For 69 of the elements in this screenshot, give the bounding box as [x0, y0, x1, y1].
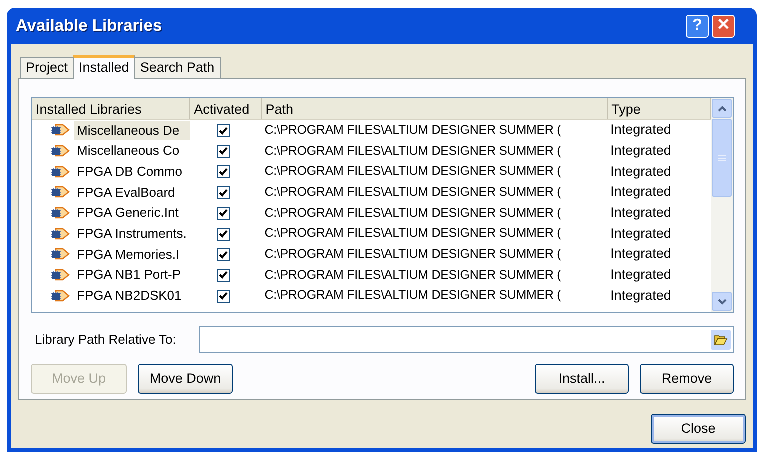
chip-icon: [50, 206, 70, 220]
table-cell: Integrated: [610, 184, 672, 200]
chevron-up-icon: [718, 106, 726, 112]
table-cell: C:\PROGRAM FILES\ALTIUM DESIGNER SUMMER (: [264, 122, 562, 137]
chip-icon: [50, 144, 70, 158]
folder-icon: [714, 334, 728, 346]
library-name[interactable]: FPGA Instruments.: [74, 224, 190, 244]
library-name[interactable]: FPGA NB2DSK01: [74, 286, 190, 306]
table-cell: C:\PROGRAM FILES\ALTIUM DESIGNER SUMMER (: [264, 144, 562, 158]
checkbox[interactable]: [217, 186, 230, 200]
path-field[interactable]: [199, 326, 734, 353]
checkbox[interactable]: [217, 124, 230, 138]
chip-icon: [50, 226, 70, 241]
library-name[interactable]: FPGA EvalBoard: [74, 182, 190, 202]
chip-icon: [50, 185, 70, 200]
chip-icon: [50, 268, 70, 282]
scroll-thumb[interactable]: [712, 119, 732, 197]
close-dialog-button[interactable]: Close: [651, 414, 746, 444]
chip-icon: [50, 123, 70, 138]
checkbox[interactable]: [217, 248, 230, 262]
table-cell: C:\PROGRAM FILES\ALTIUM DESIGNER SUMMER (: [264, 185, 562, 200]
table-cell: Integrated: [610, 267, 672, 282]
table-cell: C:\PROGRAM FILES\ALTIUM DESIGNER SUMMER (: [264, 164, 562, 178]
action-button[interactable]: Move Down: [138, 364, 233, 394]
table-cell: C:\PROGRAM FILES\ALTIUM DESIGNER SUMMER (: [264, 226, 562, 240]
library-name[interactable]: Miscellaneous De: [74, 120, 190, 140]
checkbox[interactable]: [217, 290, 230, 303]
table-cell: C:\PROGRAM FILES\ALTIUM DESIGNER SUMMER (: [264, 247, 562, 262]
table-cell: Integrated: [610, 122, 672, 138]
scroll-up-button[interactable]: [712, 99, 732, 118]
checkbox[interactable]: [217, 144, 230, 158]
column-header[interactable]: Path: [262, 98, 608, 119]
table-cell: C:\PROGRAM FILES\ALTIUM DESIGNER SUMMER (: [264, 288, 562, 302]
table-cell: Integrated: [610, 164, 672, 179]
close-button[interactable]: ✕: [712, 14, 735, 38]
table-cell: Integrated: [610, 226, 672, 241]
window-title: Available Libraries: [16, 16, 162, 37]
action-button[interactable]: Remove: [640, 364, 734, 394]
chip-icon: [50, 164, 70, 179]
tab[interactable]: Search Path: [134, 57, 221, 78]
tab[interactable]: Installed: [73, 55, 136, 79]
help-button[interactable]: ?: [686, 14, 709, 38]
table-cell: C:\PROGRAM FILES\ALTIUM DESIGNER SUMMER (: [264, 206, 562, 220]
scroll-down-button[interactable]: [712, 292, 732, 311]
table-cell: Integrated: [610, 288, 672, 303]
checkbox[interactable]: [217, 206, 230, 220]
library-name[interactable]: FPGA DB Commo: [74, 162, 190, 182]
library-name[interactable]: FPGA Generic.Int: [74, 203, 190, 223]
table-cell: Integrated: [610, 204, 672, 220]
chevron-down-icon: [718, 298, 726, 304]
checkbox[interactable]: [217, 165, 230, 178]
table-cell: Integrated: [610, 142, 672, 158]
library-name[interactable]: Miscellaneous Co: [74, 141, 190, 161]
library-name[interactable]: FPGA NB1 Port-P: [74, 265, 190, 285]
grip-icon: [718, 154, 726, 162]
chip-icon: [50, 247, 70, 262]
library-name[interactable]: FPGA Memories.I: [74, 244, 190, 264]
chip-icon: [50, 288, 70, 303]
column-header[interactable]: Installed Libraries: [32, 98, 190, 119]
field-label: Library Path Relative To:: [34, 330, 178, 349]
table-cell: C:\PROGRAM FILES\ALTIUM DESIGNER SUMMER (: [264, 268, 562, 282]
tab[interactable]: Project: [20, 57, 74, 78]
checkbox[interactable]: [217, 268, 230, 282]
action-button[interactable]: Install...: [535, 364, 629, 394]
scrollbar[interactable]: [711, 98, 733, 312]
browse-button[interactable]: [711, 330, 731, 350]
table-cell: Integrated: [610, 246, 672, 262]
column-header[interactable]: Activated: [190, 98, 262, 119]
checkbox[interactable]: [217, 228, 230, 241]
